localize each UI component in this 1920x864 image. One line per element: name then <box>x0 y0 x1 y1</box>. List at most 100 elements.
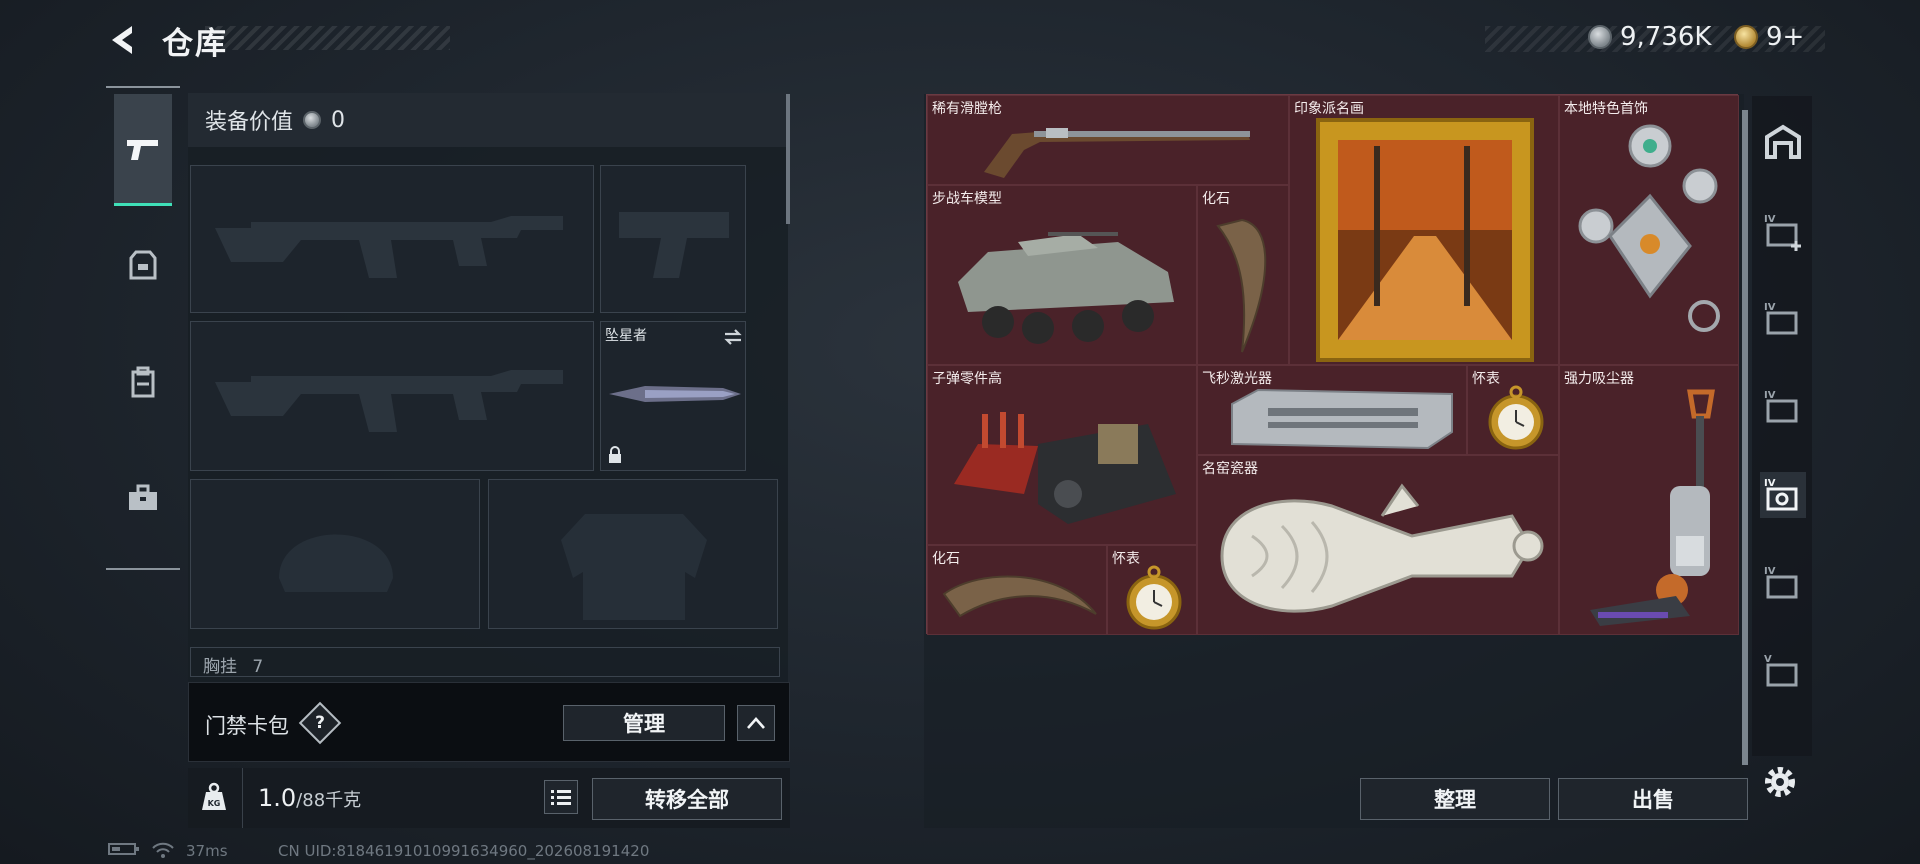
manage-button[interactable]: 管理 <box>563 705 725 741</box>
svg-text:IV: IV <box>1764 566 1776 577</box>
vacuum-cleaner-icon <box>1590 389 1715 626</box>
warehouse-icon <box>1765 124 1801 159</box>
weight-max: /88千克 <box>296 790 362 811</box>
gear-icon <box>1765 767 1795 797</box>
back-arrow-icon <box>112 26 132 54</box>
gold-coin-icon <box>1734 25 1758 49</box>
tab-storage-page[interactable]: IV <box>1760 384 1806 430</box>
helmet-silhouette-icon <box>279 534 393 592</box>
chest-rig-row[interactable]: 胸挂 7 <box>190 647 780 677</box>
sort-button[interactable]: 整理 <box>1360 778 1550 820</box>
help-button[interactable]: ? <box>298 701 342 745</box>
rifle-silhouette-icon <box>215 216 563 278</box>
primary-weapon-slot[interactable] <box>190 165 594 313</box>
storage-page-rail: IV IV IV IV IV V <box>1752 96 1812 756</box>
loadout-scrollbar[interactable] <box>786 94 790 224</box>
item-name: 化石 <box>1202 191 1230 207</box>
tab-storage-page-active[interactable]: IV <box>1760 472 1806 518</box>
sidearm-slot[interactable] <box>600 165 746 313</box>
weight-bar: KG 1.0/88千克 转移全部 <box>188 768 790 828</box>
porcelain-vase-icon <box>1220 483 1544 613</box>
inventory-item[interactable]: 印象派名画 <box>1289 95 1559 365</box>
secondary-weapon-slot[interactable] <box>190 321 594 471</box>
equipment-value-row: 装备价值 0 <box>188 93 788 147</box>
tab-gear[interactable] <box>114 210 172 322</box>
inventory-item[interactable]: 化石 <box>927 545 1107 635</box>
chest-rig-label: 胸挂 <box>203 657 237 677</box>
help-icon: ? <box>315 713 325 733</box>
pistol-silhouette-icon <box>619 212 729 278</box>
uid-readout: CN UID:81846191010991634960_202608191420 <box>278 842 650 860</box>
helmet-slot[interactable] <box>190 479 480 629</box>
ifv-model-icon <box>958 232 1174 344</box>
painting-icon <box>1316 118 1534 362</box>
tab-storage-page[interactable]: IV <box>1760 296 1806 342</box>
tab-storage-page[interactable]: IV <box>1760 560 1806 606</box>
inventory-item[interactable]: 怀表 <box>1467 365 1559 455</box>
melee-name: 坠星者 <box>605 328 647 344</box>
inventory-item[interactable]: 怀表 <box>1107 545 1197 635</box>
kg-weight-icon: KG <box>202 782 226 810</box>
ping-readout: 37ms <box>186 842 228 860</box>
svg-text:KG: KG <box>208 799 221 808</box>
silver-currency[interactable]: 9,736K <box>1588 22 1711 52</box>
svg-text:IV: IV <box>1764 302 1776 313</box>
gold-currency[interactable]: 9+ <box>1734 22 1804 52</box>
storage-page-icon: IV <box>1764 390 1798 423</box>
transfer-all-button[interactable]: 转移全部 <box>592 778 782 820</box>
svg-text:IV: IV <box>1764 478 1776 489</box>
armor-slot[interactable] <box>488 479 778 629</box>
inventory-item[interactable]: 飞秒激光器 <box>1197 365 1467 455</box>
list-icon <box>551 790 571 805</box>
inventory-item[interactable]: 本地特色首饰 <box>1559 95 1739 365</box>
item-name: 强力吸尘器 <box>1564 371 1634 387</box>
storage-page-icon: IV <box>1764 302 1798 335</box>
lock-icon <box>609 446 621 463</box>
inventory-item[interactable]: 化石 <box>1197 185 1289 365</box>
laser-device-icon <box>1231 388 1453 450</box>
title-stripe-decoration <box>205 26 450 50</box>
swap-icon[interactable] <box>723 328 743 346</box>
keycard-bag-label: 门禁卡包 <box>205 714 289 738</box>
wifi-icon <box>152 842 174 862</box>
inventory-item[interactable]: 强力吸尘器 <box>1559 365 1739 635</box>
inventory-item[interactable]: 稀有滑膛枪 <box>927 95 1289 185</box>
inventory-item[interactable]: 子弹零件高 <box>927 365 1197 545</box>
list-view-button[interactable] <box>544 780 578 814</box>
jewelry-icon <box>1578 124 1720 332</box>
silver-currency-value: 9,736K <box>1620 22 1712 52</box>
weight-readout: 1.0/88千克 <box>258 784 361 812</box>
storage-page-icon: V <box>1764 654 1798 687</box>
inventory-scrollbar[interactable] <box>1742 110 1748 765</box>
tab-storage-home[interactable] <box>1760 118 1806 164</box>
back-button[interactable] <box>104 20 144 60</box>
svg-text:IV: IV <box>1764 214 1776 225</box>
svg-text:IV: IV <box>1764 390 1776 401</box>
fossil-claw-icon <box>942 575 1097 618</box>
tab-storage-page[interactable]: V <box>1760 648 1806 694</box>
storage-page-icon: IV <box>1764 566 1798 599</box>
tab-backpack[interactable] <box>114 326 172 438</box>
tab-storage-page[interactable]: IV <box>1760 208 1806 254</box>
vest-silhouette-icon <box>561 514 707 620</box>
pocket-watch-icon <box>1488 385 1544 450</box>
fossil-claw-icon <box>1216 218 1267 353</box>
collapse-button[interactable] <box>737 705 775 741</box>
weight-current: 1.0 <box>258 784 297 812</box>
inventory-item[interactable]: 步战车模型 <box>927 185 1197 365</box>
storage-page-icon: IV <box>1764 214 1801 251</box>
inventory-item[interactable]: 名窑瓷器 <box>1197 455 1559 635</box>
settings-button[interactable] <box>1760 762 1800 802</box>
divider <box>242 768 243 828</box>
item-name: 名窑瓷器 <box>1202 461 1258 477</box>
blade-icon <box>609 386 741 402</box>
melee-slot[interactable]: 坠星者 <box>600 321 746 471</box>
loadout-tab-bar <box>106 86 180 570</box>
svg-text:V: V <box>1764 654 1772 665</box>
pocket-watch-icon <box>1126 565 1182 630</box>
musket-icon <box>984 128 1250 178</box>
tab-case[interactable] <box>114 442 172 554</box>
equipment-value: 0 <box>331 107 346 133</box>
tab-weapons[interactable] <box>114 94 172 206</box>
sell-button[interactable]: 出售 <box>1558 778 1748 820</box>
